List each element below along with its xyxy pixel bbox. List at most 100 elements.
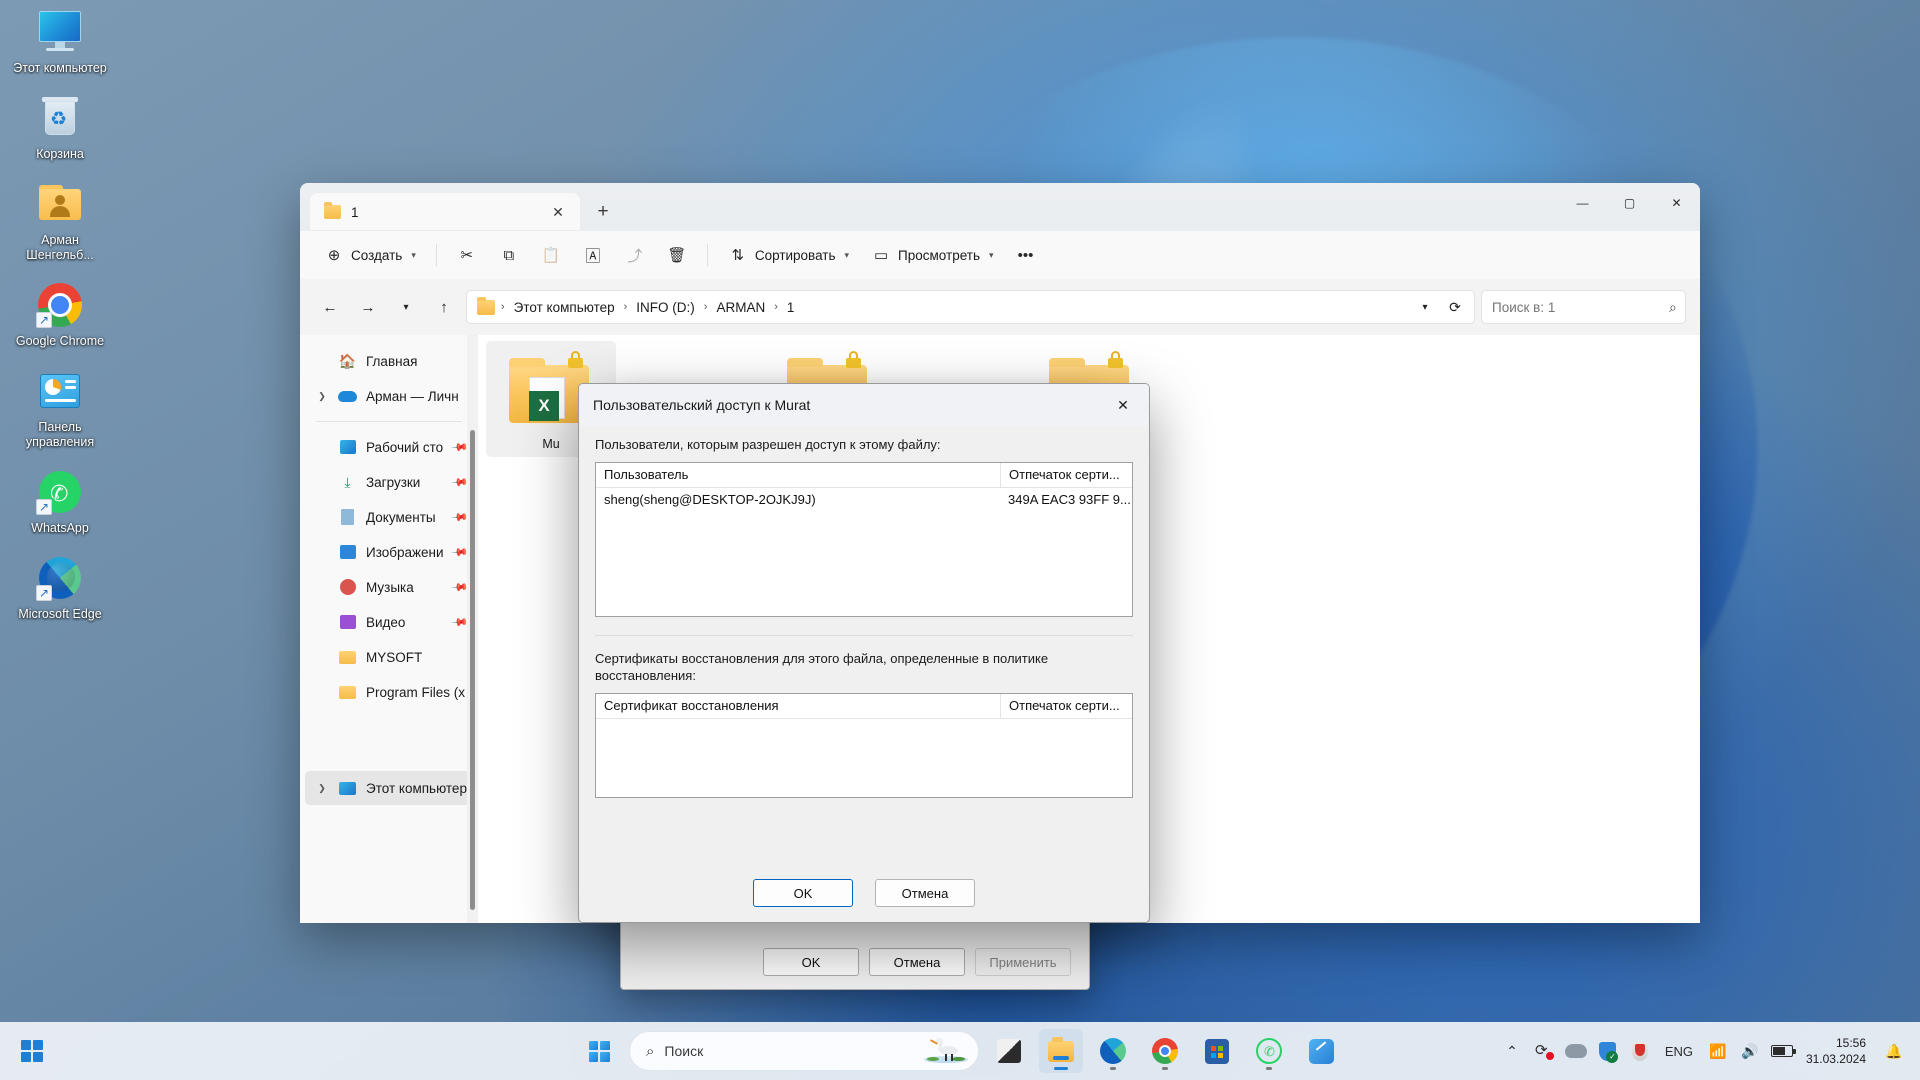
- breadcrumb-item-1[interactable]: INFO (D:): [631, 297, 700, 318]
- paste-button[interactable]: 📋: [531, 238, 571, 272]
- onedrive-icon[interactable]: [1560, 1031, 1592, 1071]
- desktop-icon-grid: Этот компьютер ♻ Корзина Арман Шенгельб.…: [0, 8, 120, 640]
- sidebar-scrollbar-thumb[interactable]: [470, 430, 475, 910]
- sidebar-item-desktop[interactable]: Рабочий сто 📌: [305, 430, 473, 464]
- lock-icon: [568, 351, 583, 368]
- users-list-row[interactable]: sheng(sheng@DESKTOP-2OJKJ9J) 349A EAC3 9…: [596, 488, 1132, 513]
- running-indicator: [1110, 1067, 1116, 1070]
- forward-button[interactable]: →: [352, 291, 384, 323]
- sidebar-item-documents[interactable]: Документы 📌: [305, 500, 473, 534]
- taskbar-app-chrome[interactable]: [1143, 1029, 1187, 1073]
- access-cancel-button[interactable]: Отмена: [875, 879, 975, 907]
- notification-bell-icon[interactable]: 🔔: [1878, 1031, 1910, 1071]
- sidebar-item-this-pc[interactable]: ❯ Этот компьютер: [305, 771, 473, 805]
- breadcrumb-item-3[interactable]: 1: [782, 297, 800, 318]
- address-dropdown-button[interactable]: ▾: [1412, 294, 1438, 320]
- sidebar-item-videos[interactable]: Видео 📌: [305, 605, 473, 639]
- volume-icon[interactable]: 🔊: [1734, 1031, 1766, 1071]
- chevron-right-icon[interactable]: ❯: [315, 391, 329, 402]
- battery-icon[interactable]: [1766, 1031, 1798, 1071]
- explorer-search-box[interactable]: ⌕: [1481, 290, 1686, 324]
- back-button[interactable]: ←: [314, 291, 346, 323]
- sidebar-item-pictures[interactable]: Изображени 📌: [305, 535, 473, 569]
- properties-ok-button[interactable]: OK: [763, 948, 859, 976]
- column-header-recovery-thumbprint[interactable]: Отпечаток серти...: [1000, 694, 1132, 718]
- breadcrumb-bar[interactable]: › Этот компьютер › INFO (D:) › ARMAN › 1…: [466, 290, 1475, 324]
- desktop-icon-microsoft-edge[interactable]: ↗ Microsoft Edge: [12, 554, 108, 622]
- user-cell: sheng(sheng@DESKTOP-2OJKJ9J): [604, 492, 816, 507]
- properties-cancel-button[interactable]: Отмена: [869, 948, 965, 976]
- antivirus-shield-icon[interactable]: [1624, 1031, 1656, 1071]
- lock-icon: [1108, 351, 1123, 368]
- taskbar-app-edge[interactable]: [1091, 1029, 1135, 1073]
- properties-apply-button[interactable]: Применить: [975, 948, 1071, 976]
- desktop-icon-recycle-bin[interactable]: ♻ Корзина: [12, 94, 108, 162]
- column-header-recovery-cert[interactable]: Сертификат восстановления: [596, 694, 1000, 718]
- desktop-icon-this-pc[interactable]: Этот компьютер: [12, 8, 108, 76]
- recent-locations-button[interactable]: ▾: [390, 291, 422, 323]
- delete-button[interactable]: 🗑: [657, 238, 697, 272]
- taskbar-search-box[interactable]: ⌕ Поиск: [629, 1031, 979, 1071]
- sidebar-item-program-files[interactable]: Program Files (x: [305, 675, 473, 709]
- search-input[interactable]: [1492, 299, 1669, 315]
- close-icon[interactable]: ✕: [1101, 385, 1145, 425]
- users-list-view[interactable]: Пользователь Отпечаток серти... sheng(sh…: [595, 462, 1133, 617]
- sidebar-item-mysoft[interactable]: MYSOFT: [305, 640, 473, 674]
- breadcrumb-item-0[interactable]: Этот компьютер: [509, 297, 620, 318]
- desktop-icon-whatsapp[interactable]: ✆ ↗ WhatsApp: [12, 468, 108, 536]
- wifi-icon[interactable]: 📶: [1702, 1031, 1734, 1071]
- view-button[interactable]: ▭ Просмотреть ▾: [861, 238, 1003, 272]
- chevron-down-icon: ▾: [988, 249, 994, 260]
- sidebar-item-onedrive[interactable]: ❯ Арман — Личн: [305, 379, 473, 413]
- task-view-button[interactable]: [10, 1029, 54, 1073]
- close-tab-button[interactable]: ✕: [546, 200, 570, 224]
- maximize-button[interactable]: ▢: [1606, 183, 1653, 223]
- desktop-icon-label: Корзина: [36, 147, 84, 161]
- close-window-button[interactable]: ✕: [1653, 183, 1700, 223]
- minimize-button[interactable]: —: [1559, 183, 1606, 223]
- taskbar-app-whatsapp[interactable]: ✆: [1247, 1029, 1291, 1073]
- sort-button[interactable]: ⇅ Сортировать ▾: [718, 238, 859, 272]
- new-item-button[interactable]: ⊕ Создать ▾: [314, 238, 426, 272]
- chevron-right-icon[interactable]: ❯: [315, 783, 329, 794]
- desktop-icon-user-folder[interactable]: Арман Шенгельб...: [12, 180, 108, 263]
- clock-time: 15:56: [1835, 1036, 1866, 1050]
- sidebar-item-label: Изображени: [366, 544, 444, 560]
- chrome-icon: [1152, 1038, 1178, 1064]
- taskbar-app-microsoft-store[interactable]: [1195, 1029, 1239, 1073]
- shortcut-arrow-icon: ↗: [36, 499, 52, 515]
- new-tab-button[interactable]: +: [586, 195, 620, 229]
- column-header-user[interactable]: Пользователь: [596, 463, 1000, 487]
- cut-button[interactable]: ✂: [447, 238, 487, 272]
- recovery-list-view[interactable]: Сертификат восстановления Отпечаток серт…: [595, 693, 1133, 798]
- copy-button[interactable]: ⧉: [489, 238, 529, 272]
- clock[interactable]: 15:56 31.03.2024: [1798, 1035, 1878, 1067]
- column-header-thumbprint[interactable]: Отпечаток серти...: [1000, 463, 1132, 487]
- breadcrumb-item-2[interactable]: ARMAN: [711, 297, 770, 318]
- taskbar-app-dark[interactable]: [987, 1029, 1031, 1073]
- taskbar-app-file-explorer[interactable]: [1039, 1029, 1083, 1073]
- start-button[interactable]: [577, 1029, 621, 1073]
- explorer-tab-strip: 1 ✕ + — ▢ ✕: [300, 183, 1700, 231]
- language-indicator[interactable]: ENG: [1656, 1031, 1702, 1071]
- windows-update-icon[interactable]: ⟳: [1528, 1031, 1560, 1071]
- thumbprint-cell: 349A EAC3 93FF 9...: [1008, 492, 1131, 507]
- more-options-button[interactable]: •••: [1006, 238, 1046, 272]
- sidebar-item-music[interactable]: Музыка 📌: [305, 570, 473, 604]
- taskbar-center-group: ⌕ Поиск ✆: [577, 1029, 1343, 1073]
- share-button[interactable]: ⤴: [615, 238, 655, 272]
- up-button[interactable]: ↑: [428, 291, 460, 323]
- rename-button[interactable]: 🄰: [573, 238, 613, 272]
- windows-security-icon[interactable]: [1592, 1031, 1624, 1071]
- taskbar-app-photos[interactable]: [1299, 1029, 1343, 1073]
- sidebar-item-downloads[interactable]: ⤓ Загрузки 📌: [305, 465, 473, 499]
- view-label: Просмотреть: [898, 247, 980, 263]
- refresh-button[interactable]: ⟳: [1442, 294, 1468, 320]
- desktop-icon-control-panel[interactable]: Панель управления: [12, 367, 108, 450]
- explorer-tab[interactable]: 1 ✕: [310, 193, 580, 231]
- access-ok-button[interactable]: OK: [753, 879, 853, 907]
- chevron-up-icon[interactable]: ⌃: [1496, 1031, 1528, 1071]
- sidebar-item-home[interactable]: 🏠 Главная: [305, 344, 473, 378]
- desktop-icon-google-chrome[interactable]: ↗ Google Chrome: [12, 281, 108, 349]
- dialog-body: Пользователи, которым разрешен доступ к …: [579, 426, 1149, 798]
